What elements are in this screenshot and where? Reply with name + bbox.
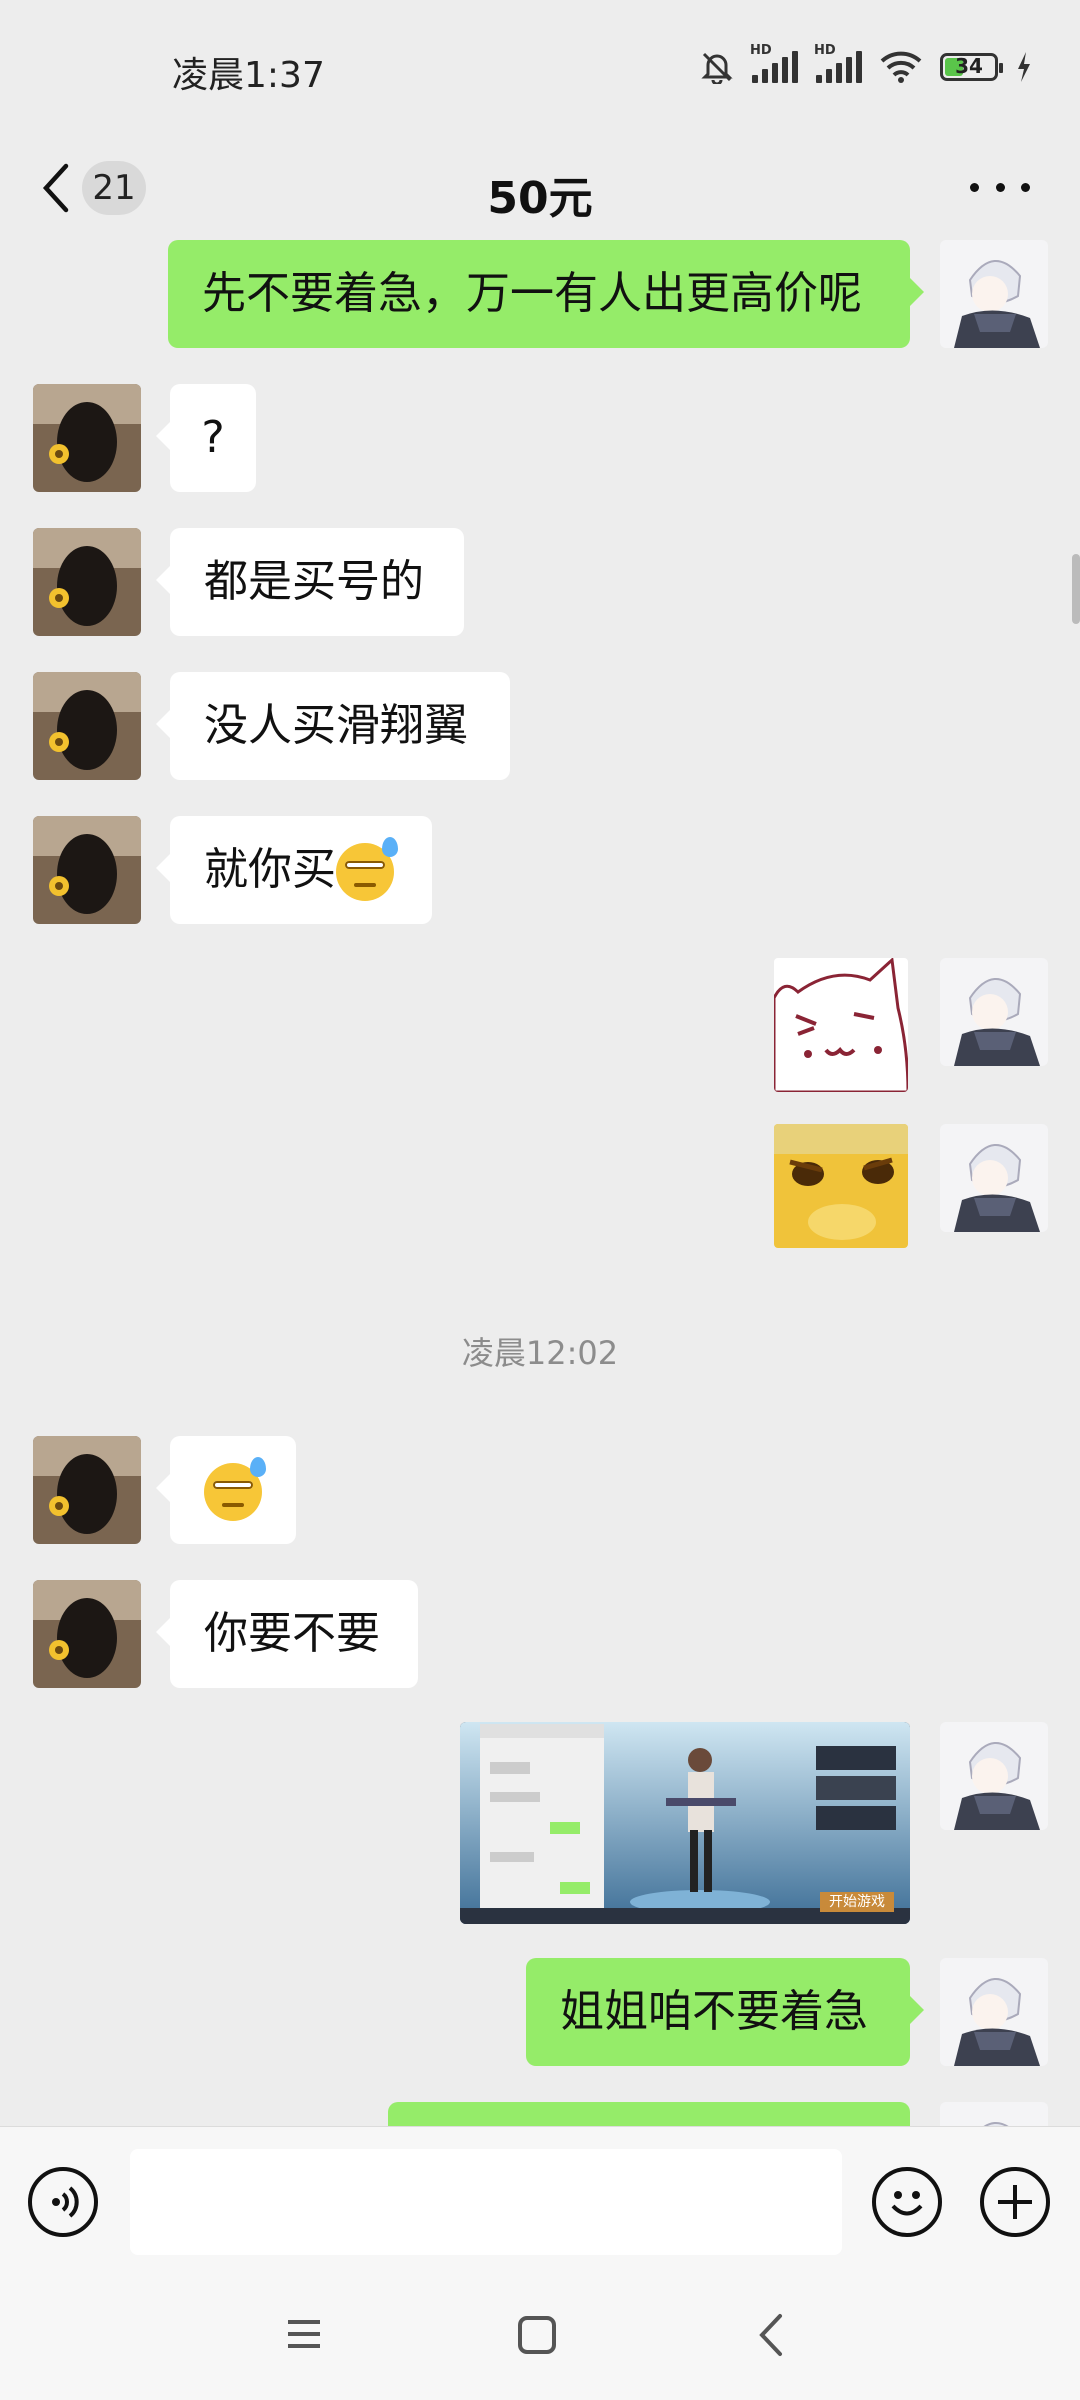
outgoing-message-partial[interactable]: [388, 2102, 910, 2126]
chat-header: 21 50元: [0, 140, 1080, 236]
scrollbar[interactable]: [1072, 554, 1080, 624]
sweat-emoji-icon: [336, 837, 398, 901]
sweat-emoji-icon: [204, 1457, 266, 1521]
my-avatar[interactable]: [940, 1958, 1048, 2066]
signal-1-icon: HD: [750, 43, 798, 83]
incoming-emoji-message[interactable]: [156, 1436, 296, 1544]
input-bar: [0, 2126, 1080, 2277]
my-avatar[interactable]: [940, 958, 1048, 1066]
contact-avatar[interactable]: [33, 384, 141, 492]
network-type-1: HD: [750, 43, 772, 58]
emoji-button[interactable]: [872, 2167, 942, 2237]
battery-icon: 34: [940, 53, 1003, 81]
my-avatar[interactable]: [940, 1124, 1048, 1232]
voice-button[interactable]: [28, 2167, 98, 2237]
my-avatar[interactable]: [940, 1722, 1048, 1830]
contact-avatar[interactable]: [33, 1580, 141, 1688]
my-avatar[interactable]: [940, 2102, 1048, 2126]
status-icons: HD HD 34: [700, 43, 1032, 84]
start-game-label: 开始游戏: [820, 1892, 894, 1912]
incoming-message[interactable]: 就你买: [156, 816, 432, 924]
add-button[interactable]: [980, 2167, 1050, 2237]
more-button[interactable]: [970, 162, 1030, 212]
outgoing-message[interactable]: 姐姐咱不要着急: [526, 1958, 924, 2066]
status-time: 凌晨1:37: [172, 55, 325, 96]
status-bar: 凌晨1:37 HD HD 34: [0, 0, 1080, 140]
cat-face-sticker-icon[interactable]: [774, 958, 908, 1092]
battery-level: 34: [955, 54, 983, 78]
message-list[interactable]: 先不要着急，万一有人出更高价呢 ? 都是买号的 没人买滑翔翼 就你买 凌晨12:…: [0, 236, 1080, 2126]
incoming-message[interactable]: 没人买滑翔翼: [156, 672, 510, 780]
back-icon[interactable]: [756, 2312, 786, 2358]
chat-title: 50元: [487, 173, 593, 224]
message-text: 就你买: [204, 844, 336, 895]
contact-avatar[interactable]: [33, 1436, 141, 1544]
network-type-2: HD: [814, 43, 836, 58]
outgoing-message[interactable]: 先不要着急，万一有人出更高价呢: [168, 240, 924, 348]
wifi-icon: [880, 51, 922, 83]
incoming-message[interactable]: ?: [156, 384, 256, 492]
system-nav-bar: [0, 2276, 1080, 2400]
mute-bell-icon: [701, 52, 733, 84]
incoming-message[interactable]: 都是买号的: [156, 528, 464, 636]
contact-avatar[interactable]: [33, 672, 141, 780]
menu-icon[interactable]: [284, 2314, 324, 2354]
more-icon: [970, 182, 979, 192]
incoming-message[interactable]: 你要不要: [156, 1580, 418, 1688]
my-avatar[interactable]: [940, 240, 1048, 348]
timestamp: 凌晨12:02: [461, 1334, 619, 1372]
contact-avatar[interactable]: [33, 816, 141, 924]
emoji-icon: [891, 2191, 923, 2216]
signal-2-icon: HD: [814, 43, 862, 83]
charging-icon: [1018, 52, 1030, 82]
yellow-cat-sticker-icon[interactable]: [774, 1124, 908, 1248]
message-input[interactable]: [130, 2149, 842, 2255]
game-screenshot-image-icon[interactable]: 开始游戏: [460, 1722, 910, 1924]
voice-icon: [52, 2186, 79, 2218]
home-icon[interactable]: [516, 2314, 558, 2356]
add-icon: [998, 2185, 1032, 2219]
contact-avatar[interactable]: [33, 528, 141, 636]
